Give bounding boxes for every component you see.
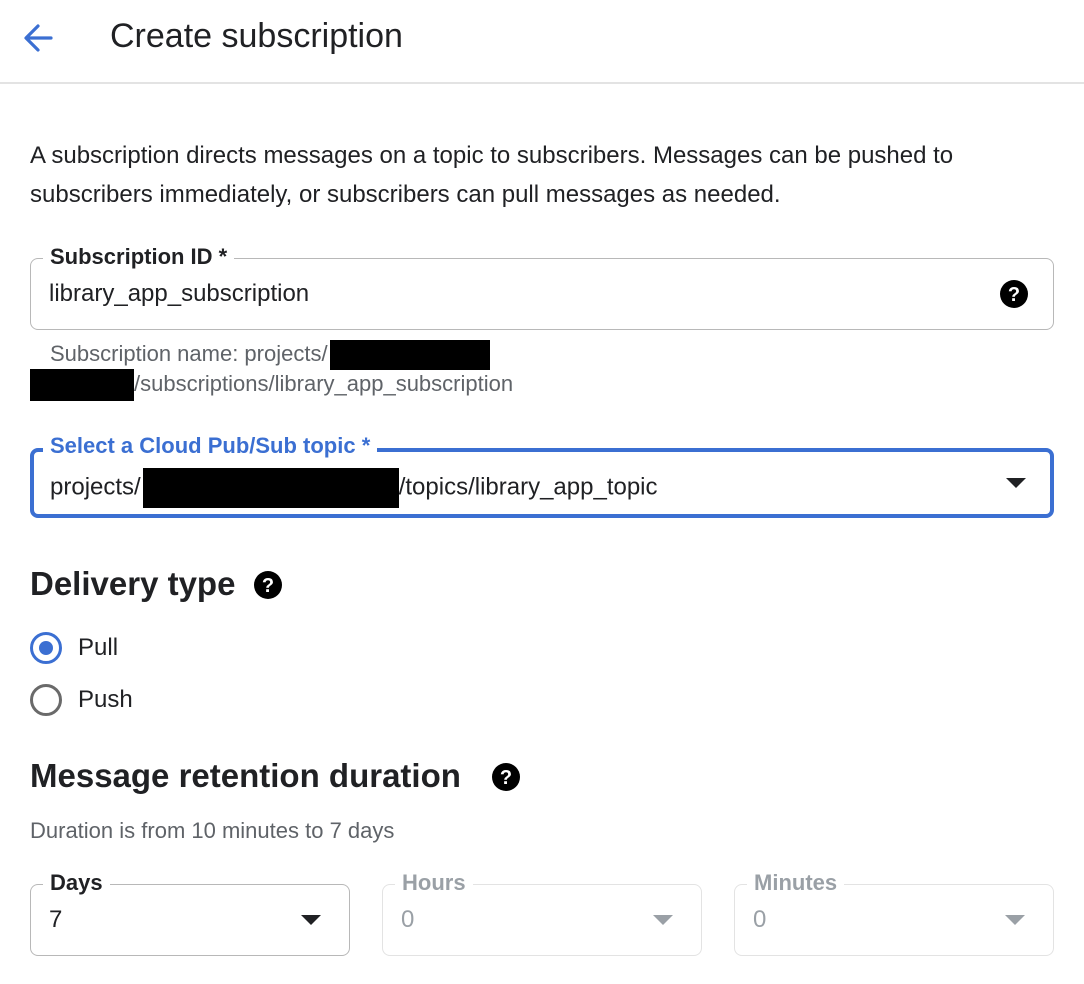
hours-value: 0 [401, 906, 415, 933]
back-button[interactable] [18, 18, 58, 58]
radio-selected-icon[interactable] [30, 632, 62, 664]
hours-select[interactable]: Hours 0 [382, 869, 702, 956]
subscription-name-suffix: /subscriptions/library_app_subscription [134, 371, 514, 396]
delivery-option-label: Pull [78, 634, 119, 661]
svg-text:?: ? [262, 575, 274, 597]
topic-value: projects/ /topics/library_app_topic [50, 468, 658, 508]
topic-label: Select a Cloud Pub/Sub topic * [43, 432, 378, 460]
subscription-id-label: Subscription ID * [43, 243, 235, 271]
help-icon[interactable]: ? [491, 762, 521, 792]
svg-text:?: ? [1008, 284, 1020, 306]
subscription-id-field[interactable]: Subscription ID * library_app_subscripti… [30, 243, 1054, 330]
subscription-name-hint: Subscription name: projects/ [50, 338, 490, 371]
days-select[interactable]: Days 7 [30, 869, 350, 956]
redacted-project-id [30, 369, 134, 402]
subscription-name-prefix: Subscription name: projects/ [50, 341, 328, 366]
caret-down-icon[interactable] [1005, 915, 1025, 925]
topic-value-suffix: /topics/library_app_topic [398, 473, 658, 501]
help-icon[interactable]: ? [253, 570, 283, 600]
help-icon[interactable]: ? [999, 279, 1029, 309]
redacted-project-id [142, 468, 399, 508]
radio-unselected-icon[interactable] [30, 684, 62, 716]
subscription-id-input[interactable]: library_app_subscription [49, 279, 309, 309]
redacted-project-id [329, 340, 490, 371]
minutes-select[interactable]: Minutes 0 [734, 869, 1054, 956]
back-arrow-icon [24, 24, 53, 52]
hours-label: Hours [395, 869, 473, 897]
caret-down-icon[interactable] [653, 915, 673, 925]
topic-select[interactable]: Select a Cloud Pub/Sub topic * projects/… [30, 432, 1054, 518]
duration-hint: Duration is from 10 minutes to 7 days [30, 818, 395, 843]
intro-text: A subscription directs messages on a top… [30, 142, 954, 208]
minutes-value: 0 [753, 906, 767, 933]
delivery-option-label: Push [78, 686, 133, 713]
caret-down-icon[interactable] [1006, 478, 1026, 488]
page-title: Create subscription [110, 17, 403, 55]
retention-title: Message retention duration [30, 757, 461, 794]
page-header: Create subscription [0, 0, 1084, 84]
minutes-label: Minutes [747, 869, 845, 897]
days-label: Days [43, 869, 110, 897]
days-value: 7 [49, 906, 63, 933]
caret-down-icon[interactable] [301, 915, 321, 925]
topic-value-prefix: projects/ [50, 473, 141, 501]
delivery-type-title: Delivery type [30, 565, 236, 602]
svg-text:?: ? [500, 767, 512, 789]
subscription-name-hint-line2: /subscriptions/library_app_subscription [30, 368, 514, 402]
